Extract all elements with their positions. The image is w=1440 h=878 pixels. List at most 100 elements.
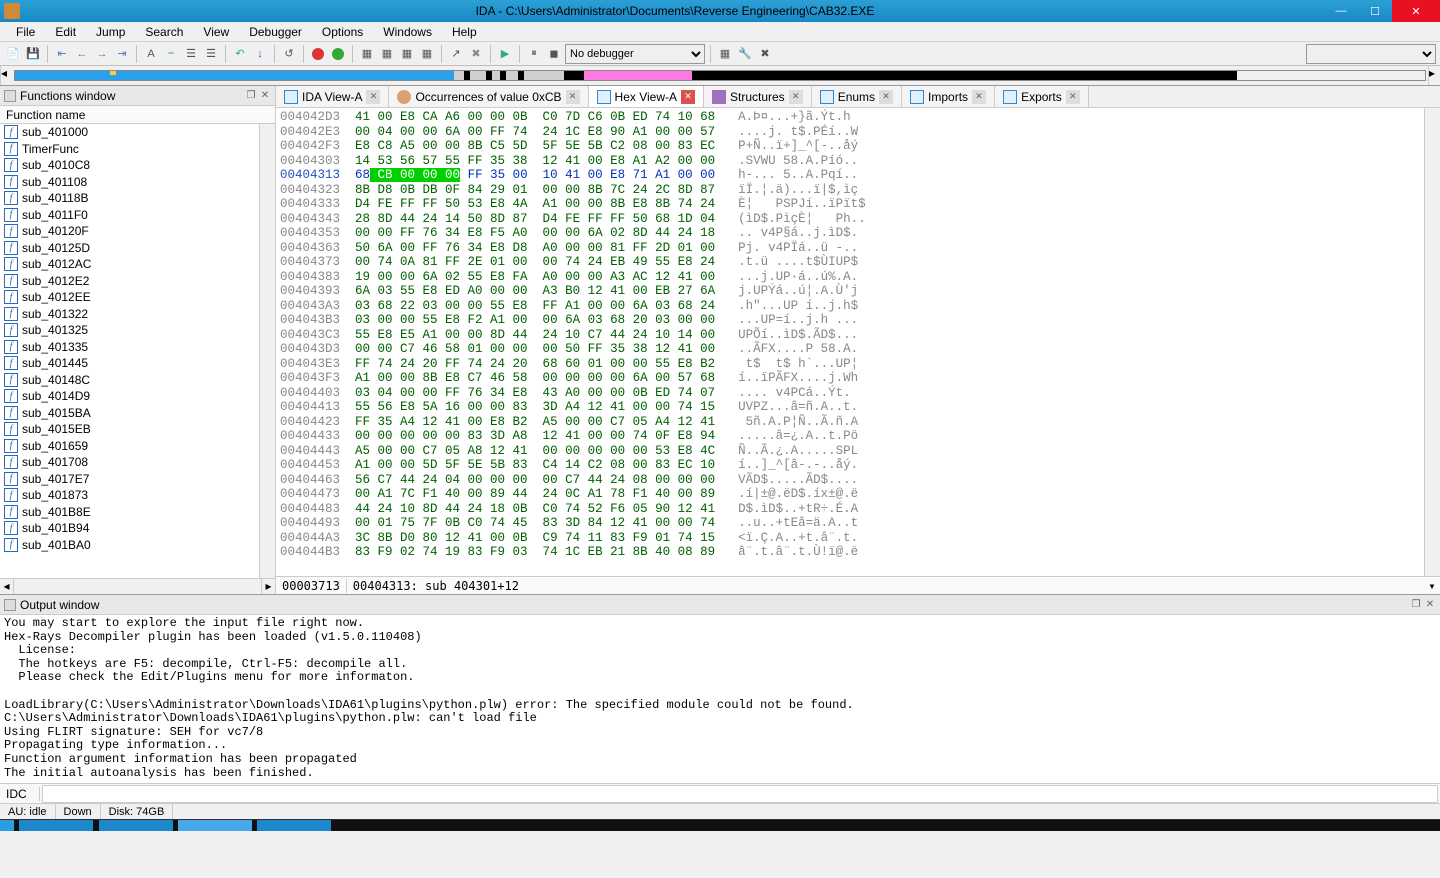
function-item[interactable]: fsub_401659 — [0, 438, 275, 455]
tab-structures[interactable]: Structures✕ — [704, 86, 812, 107]
hex-row[interactable]: 00404413 55 56 E8 5A 16 00 00 83 3D A4 1… — [280, 400, 1436, 415]
function-item[interactable]: fsub_4012AC — [0, 256, 275, 273]
hex-row[interactable]: 00404463 56 C7 44 24 04 00 00 00 00 C7 4… — [280, 473, 1436, 488]
tab-close-icon[interactable]: ✕ — [789, 90, 803, 104]
function-item[interactable]: fsub_401322 — [0, 306, 275, 323]
hex-row[interactable]: 00404373 00 74 0A 81 FF 2E 01 00 00 74 2… — [280, 255, 1436, 270]
forward-far-icon[interactable]: ⇥ — [113, 45, 131, 63]
hex-row[interactable]: 00404473 00 A1 7C F1 40 00 89 44 24 0C A… — [280, 487, 1436, 502]
hex-row[interactable]: 00404403 03 04 00 00 FF 76 34 E8 43 A0 0… — [280, 386, 1436, 401]
pause-icon[interactable]: ⏸ — [525, 45, 543, 63]
down-icon[interactable]: ↓ — [251, 45, 269, 63]
seg2-icon[interactable]: ☰ — [202, 45, 220, 63]
functions-list[interactable]: fsub_401000fTimerFuncfsub_4010C8fsub_401… — [0, 124, 275, 578]
function-item[interactable]: fsub_4014D9 — [0, 388, 275, 405]
hex-row[interactable]: 00404313 68 CB 00 00 00 FF 35 00 10 41 0… — [280, 168, 1436, 183]
function-item[interactable]: fsub_4012EE — [0, 289, 275, 306]
watch1-icon[interactable]: ▦ — [716, 45, 734, 63]
binary-icon[interactable]: A — [142, 45, 160, 63]
seg-icon[interactable]: ☰ — [182, 45, 200, 63]
panel-close-icon[interactable]: ✕ — [259, 90, 271, 102]
function-item[interactable]: fsub_4012E2 — [0, 273, 275, 290]
text-icon[interactable]: ⎯ — [162, 45, 180, 63]
function-item[interactable]: fsub_40118B — [0, 190, 275, 207]
play-icon[interactable]: ▶ — [496, 45, 514, 63]
back-far-icon[interactable]: ⇤ — [53, 45, 71, 63]
hex-row[interactable]: 004044A3 3C 8B D0 80 12 41 00 0B C9 74 1… — [280, 531, 1436, 546]
tab-close-icon[interactable]: ✕ — [1066, 90, 1080, 104]
watch2-icon[interactable]: 🔧 — [736, 45, 754, 63]
forward-icon[interactable]: → — [93, 45, 111, 63]
cancel-icon[interactable]: ✖ — [467, 45, 485, 63]
function-item[interactable]: fsub_4010C8 — [0, 157, 275, 174]
function-item[interactable]: fsub_401000 — [0, 124, 275, 141]
stop-icon[interactable]: ◼ — [545, 45, 563, 63]
tab-close-icon[interactable]: ✕ — [681, 90, 695, 104]
hex-row[interactable]: 00404343 28 8D 44 24 14 50 8D 87 D4 FE F… — [280, 212, 1436, 227]
function-item[interactable]: fTimerFunc — [0, 141, 275, 158]
hex-row[interactable]: 00404353 00 00 FF 76 34 E8 F5 A0 00 00 6… — [280, 226, 1436, 241]
minimize-button[interactable]: — — [1324, 0, 1358, 22]
function-item[interactable]: fsub_401BA0 — [0, 537, 275, 554]
close-button[interactable]: ✕ — [1392, 0, 1440, 22]
hex-row[interactable]: 004043B3 03 00 00 55 E8 F2 A1 00 00 6A 0… — [280, 313, 1436, 328]
hex-row[interactable]: 00404363 50 6A 00 FF 76 34 E8 D8 A0 00 0… — [280, 241, 1436, 256]
hex-row[interactable]: 004042F3 E8 C8 A5 00 00 8B C5 5D 5F 5E 5… — [280, 139, 1436, 154]
tab-close-icon[interactable]: ✕ — [972, 90, 986, 104]
task-item[interactable] — [178, 820, 252, 831]
hex-row[interactable]: 004042E3 00 04 00 00 6A 00 FF 74 24 1C E… — [280, 125, 1436, 140]
status-dropdown-icon[interactable]: ▾ — [1424, 579, 1440, 593]
nav-scroll-right[interactable]: ▸ — [1428, 66, 1440, 85]
quick-search[interactable] — [1306, 44, 1436, 64]
menu-help[interactable]: Help — [442, 23, 487, 41]
hex-row[interactable]: 004043E3 FF 74 24 20 FF 74 24 20 68 60 0… — [280, 357, 1436, 372]
tab-occurrences-of-value-0xcb[interactable]: Occurrences of value 0xCB✕ — [389, 86, 588, 107]
task-item[interactable] — [257, 820, 331, 831]
function-item[interactable]: fsub_401B8E — [0, 504, 275, 521]
function-item[interactable]: fsub_4015EB — [0, 421, 275, 438]
menu-view[interactable]: View — [193, 23, 239, 41]
hex-row[interactable]: 004042D3 41 00 E8 CA A6 00 00 0B C0 7D C… — [280, 110, 1436, 125]
chart1-icon[interactable]: ▦ — [358, 45, 376, 63]
idc-input[interactable] — [42, 785, 1438, 803]
hex-scrollbar-v[interactable] — [1424, 108, 1440, 576]
menu-search[interactable]: Search — [135, 23, 193, 41]
function-item[interactable]: fsub_401708 — [0, 454, 275, 471]
save-icon[interactable]: 💾 — [24, 45, 42, 63]
hex-row[interactable]: 00404393 6A 03 55 E8 ED A0 00 00 A3 B0 1… — [280, 284, 1436, 299]
function-item[interactable]: fsub_401B94 — [0, 520, 275, 537]
functions-scrollbar-v[interactable] — [259, 124, 275, 578]
output-restore-icon[interactable]: ❐ — [1410, 599, 1422, 611]
functions-scrollbar-h[interactable]: ◂ ▸ — [0, 578, 275, 594]
menu-jump[interactable]: Jump — [86, 23, 135, 41]
hex-row[interactable]: 00404453 A1 00 00 5D 5F 5E 5B 83 C4 14 C… — [280, 458, 1436, 473]
menu-options[interactable]: Options — [312, 23, 373, 41]
tab-hex-view-a[interactable]: Hex View-A✕ — [589, 86, 704, 107]
function-item[interactable]: fsub_401445 — [0, 355, 275, 372]
function-item[interactable]: fsub_4011F0 — [0, 207, 275, 224]
output-log[interactable]: You may start to explore the input file … — [0, 615, 1440, 783]
hex-row[interactable]: 00404493 00 01 75 7F 0B C0 74 45 83 3D 8… — [280, 516, 1436, 531]
hex-row[interactable]: 00404323 8B D8 0B DB 0F 84 29 01 00 00 8… — [280, 183, 1436, 198]
new-icon[interactable]: 📄 — [4, 45, 22, 63]
chart4-icon[interactable]: ▦ — [418, 45, 436, 63]
task-item[interactable] — [0, 820, 14, 831]
hex-row[interactable]: 00404433 00 00 00 00 00 83 3D A8 12 41 0… — [280, 429, 1436, 444]
chart2-icon[interactable]: ▦ — [378, 45, 396, 63]
tab-close-icon[interactable]: ✕ — [879, 90, 893, 104]
function-item[interactable]: fsub_40125D — [0, 240, 275, 257]
menu-edit[interactable]: Edit — [45, 23, 86, 41]
function-item[interactable]: fsub_401873 — [0, 487, 275, 504]
hex-row[interactable]: 004043A3 03 68 22 03 00 00 55 E8 FF A1 0… — [280, 299, 1436, 314]
function-item[interactable]: fsub_401108 — [0, 174, 275, 191]
menu-file[interactable]: File — [6, 23, 45, 41]
goto-icon[interactable]: ↗ — [447, 45, 465, 63]
function-item[interactable]: fsub_4015BA — [0, 405, 275, 422]
back-icon[interactable]: ← — [73, 45, 91, 63]
maximize-button[interactable]: ☐ — [1358, 0, 1392, 22]
hex-row[interactable]: 00404303 14 53 56 57 55 FF 35 38 12 41 0… — [280, 154, 1436, 169]
output-close-icon[interactable]: ✕ — [1424, 599, 1436, 611]
watch3-icon[interactable]: ✖ — [756, 45, 774, 63]
hex-row[interactable]: 00404383 19 00 00 6A 02 55 E8 FA A0 00 0… — [280, 270, 1436, 285]
tab-close-icon[interactable]: ✕ — [566, 90, 580, 104]
